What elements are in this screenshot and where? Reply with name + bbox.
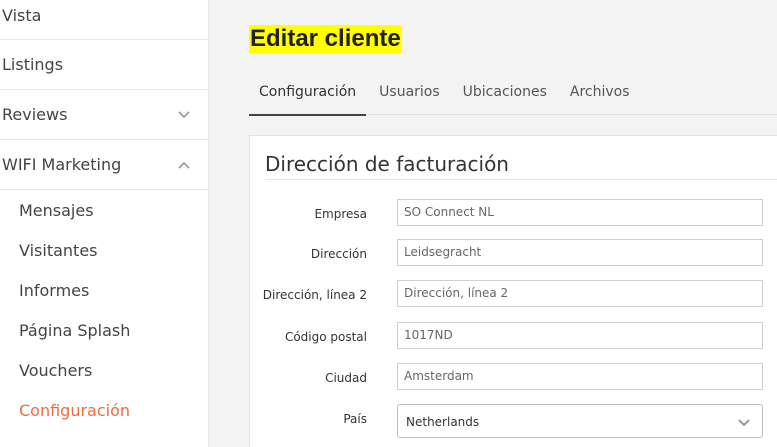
sidebar: Vista Listings Reviews WIFI Marketing Me… xyxy=(0,0,209,447)
pais-select[interactable]: Netherlands xyxy=(397,404,763,438)
chevron-down-icon xyxy=(176,107,192,123)
ciudad-label: Ciudad xyxy=(325,371,367,385)
sidebar-item-listings[interactable]: Listings xyxy=(0,40,208,90)
tab-ubicaciones[interactable]: Ubicaciones xyxy=(453,74,557,115)
billing-section-title: Dirección de facturación xyxy=(265,152,509,176)
codigo-postal-label: Código postal xyxy=(284,330,367,344)
ciudad-field[interactable]: Amsterdam xyxy=(397,363,763,390)
tab-archivos[interactable]: Archivos xyxy=(560,74,640,115)
sidebar-item-label: Listings xyxy=(2,55,64,74)
sidebar-item-reviews[interactable]: Reviews xyxy=(0,90,208,140)
empresa-label: Empresa xyxy=(314,207,367,221)
sidebar-subitem-vouchers[interactable]: Vouchers xyxy=(0,350,208,390)
page-title: Editar cliente xyxy=(249,25,402,53)
divider xyxy=(265,179,777,180)
tab-bar: Configuración Usuarios Ubicaciones Archi… xyxy=(249,74,777,116)
form-row-codigo-postal: Código postal 1017ND xyxy=(250,322,777,352)
billing-address-card: Dirección de facturación Empresa SO Conn… xyxy=(249,135,777,447)
sidebar-subitem-pagina-splash[interactable]: Página Splash xyxy=(0,310,208,350)
direccion-field[interactable]: Leidsegracht xyxy=(397,239,763,266)
sidebar-subitem-configuracion[interactable]: Configuración xyxy=(0,390,208,430)
wifi-marketing-submenu: Mensajes Visitantes Informes Página Spla… xyxy=(0,190,208,430)
codigo-postal-field[interactable]: 1017ND xyxy=(397,322,763,349)
form-row-direccion2: Dirección, línea 2 Dirección, línea 2 xyxy=(250,280,777,310)
empresa-field[interactable]: SO Connect NL xyxy=(397,199,763,226)
direccion-label: Dirección xyxy=(310,247,367,261)
sidebar-item-label: Reviews xyxy=(2,105,68,124)
chevron-up-icon xyxy=(176,157,192,173)
tab-usuarios[interactable]: Usuarios xyxy=(369,74,450,115)
sidebar-item-vista[interactable]: Vista xyxy=(0,0,208,40)
chevron-down-icon xyxy=(738,416,750,430)
form-row-empresa: Empresa SO Connect NL xyxy=(250,199,777,229)
direccion2-field[interactable]: Dirección, línea 2 xyxy=(397,280,763,307)
sidebar-item-label: WIFI Marketing xyxy=(2,155,122,174)
pais-label: País xyxy=(343,412,367,426)
tab-configuracion[interactable]: Configuración xyxy=(249,74,367,116)
direccion2-label: Dirección, línea 2 xyxy=(262,288,367,302)
sidebar-subitem-mensajes[interactable]: Mensajes xyxy=(0,190,208,230)
pais-selected-value: Netherlands xyxy=(406,415,480,429)
form-row-pais: País Netherlands xyxy=(250,404,777,438)
form-row-direccion: Dirección Leidsegracht xyxy=(250,239,777,269)
sidebar-item-wifi-marketing[interactable]: WIFI Marketing xyxy=(0,140,208,190)
sidebar-subitem-visitantes[interactable]: Visitantes xyxy=(0,230,208,270)
sidebar-item-label: Vista xyxy=(2,6,42,25)
form-row-ciudad: Ciudad Amsterdam xyxy=(250,363,777,393)
sidebar-subitem-informes[interactable]: Informes xyxy=(0,270,208,310)
main-content: Editar cliente Configuración Usuarios Ub… xyxy=(209,0,777,447)
